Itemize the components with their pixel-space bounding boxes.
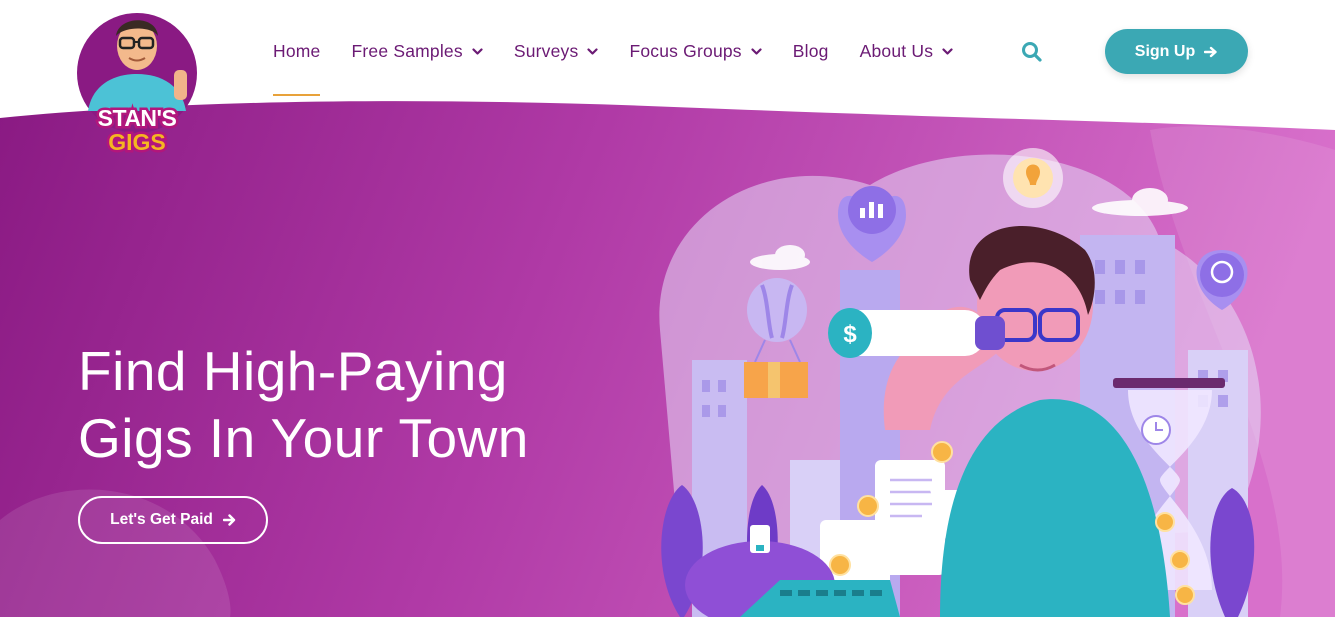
sign-up-label: Sign Up xyxy=(1134,42,1196,60)
chart-pin-icon xyxy=(838,186,906,262)
nav-item-focus-groups[interactable]: Focus Groups xyxy=(629,38,762,64)
nav-item-blog[interactable]: Blog xyxy=(793,38,829,64)
cta-label: Let's Get Paid xyxy=(110,511,213,528)
nav-item-label: About Us xyxy=(859,40,934,61)
nav-item-label: Surveys xyxy=(513,40,579,61)
arrow-right-icon xyxy=(1204,46,1217,57)
nav-item-home[interactable]: Home xyxy=(273,38,321,96)
hero-title: Find High-Paying Gigs In Your Town xyxy=(78,338,638,472)
nav-item-label: Blog xyxy=(792,40,829,61)
main-nav: Home Free Samples Surveys Focus Groups B… xyxy=(273,38,984,98)
nav-item-label: Free Samples xyxy=(351,40,463,61)
lets-get-paid-button[interactable]: Let's Get Paid xyxy=(78,496,268,544)
chevron-down-icon xyxy=(942,47,953,55)
arrow-right-icon xyxy=(222,514,236,526)
chevron-down-icon xyxy=(472,47,483,55)
award-pin-icon xyxy=(1196,250,1248,310)
balloon-icon xyxy=(744,278,808,398)
search-icon xyxy=(1022,42,1042,62)
hero-title-line1: Find High-Paying xyxy=(78,340,508,402)
chevron-down-icon xyxy=(587,47,599,55)
logo[interactable]: STAN'S GIGS xyxy=(74,8,202,156)
logo-text-line1: STAN'S xyxy=(98,105,177,131)
search-button[interactable] xyxy=(1020,40,1044,64)
hero-title-line2: Gigs In Your Town xyxy=(78,407,529,469)
hero-illustration: $ xyxy=(661,148,1255,617)
nav-item-label: Focus Groups xyxy=(629,40,742,61)
lightbulb-icon xyxy=(1003,148,1063,208)
dollar-icon: $ xyxy=(843,321,857,348)
nav-item-label: Home xyxy=(273,40,321,61)
chevron-down-icon xyxy=(751,47,762,55)
nav-item-free-samples[interactable]: Free Samples xyxy=(351,38,483,64)
logo-text-line2: GIGS xyxy=(108,129,166,155)
sign-up-button[interactable]: Sign Up xyxy=(1105,29,1248,74)
nav-item-about-us[interactable]: About Us xyxy=(860,38,954,64)
logo-mascot-icon: STAN'S GIGS xyxy=(77,13,197,156)
nav-item-surveys[interactable]: Surveys xyxy=(514,38,599,64)
